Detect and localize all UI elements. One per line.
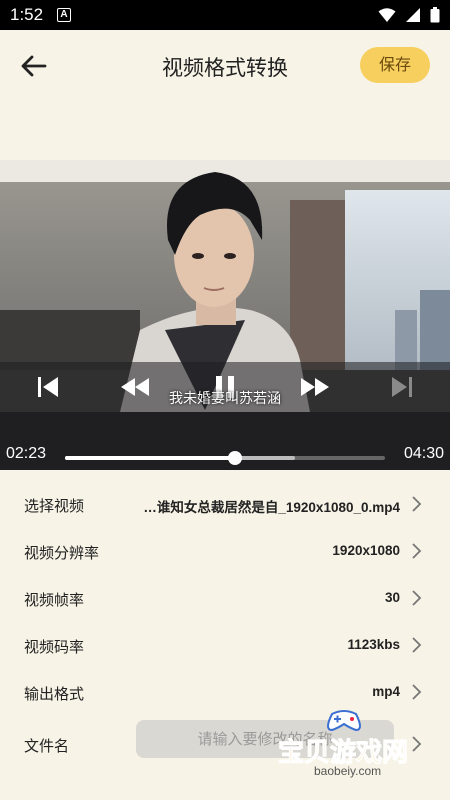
status-icons	[374, 7, 440, 23]
select-video-row[interactable]: 选择视频 …谁知女总裁居然是自_1920x1080_0.mp4	[0, 480, 450, 527]
chevron-right-icon	[412, 543, 422, 559]
resolution-row[interactable]: 视频分辨率 1920x1080	[0, 527, 450, 574]
total-time: 04:30	[403, 445, 444, 462]
progress-area: 02:23 04:30	[0, 412, 450, 470]
progress-fill	[65, 456, 235, 460]
status-bar: 1:52 A	[0, 0, 450, 30]
signal-icon	[405, 8, 420, 22]
chevron-right-icon	[412, 590, 422, 606]
row-label: 视频码率	[24, 638, 85, 656]
status-time: 1:52	[10, 5, 44, 24]
chevron-right-icon	[412, 496, 422, 512]
row-value: 1123kbs	[347, 637, 400, 652]
row-label: 视频分辨率	[24, 544, 100, 562]
current-time: 02:23	[6, 445, 47, 462]
row-label: 文件名	[24, 737, 70, 755]
row-label: 视频帧率	[24, 591, 85, 609]
wifi-icon	[378, 8, 396, 22]
row-label: 输出格式	[24, 685, 85, 703]
row-value: 1920x1080	[332, 543, 400, 558]
watermark-url: baobeiy.com	[314, 764, 382, 778]
gamepad-icon	[327, 710, 361, 732]
video-subtitle: 我未婚妻叫苏若涵	[169, 391, 281, 407]
chevron-right-icon	[412, 637, 422, 653]
app-header: 视频格式转换 保存	[0, 30, 450, 160]
seek-thumb[interactable]	[227, 451, 242, 465]
row-value: 30	[384, 590, 400, 605]
chevron-right-icon	[412, 684, 422, 700]
save-button[interactable]: 保存	[360, 47, 430, 83]
bitrate-row[interactable]: 视频码率 1123kbs	[0, 621, 450, 668]
battery-icon	[430, 7, 440, 23]
video-player[interactable]: 我未婚妻叫苏若涵 02:23 04:30	[0, 160, 450, 470]
watermark-logo: 宝贝游戏网 baobeiy.com	[272, 706, 422, 784]
row-value: mp4	[372, 684, 400, 699]
row-value: …谁知女总裁居然是自_1920x1080_0.mp4	[143, 500, 400, 515]
seek-bar[interactable]	[65, 451, 385, 465]
frame-rate-row[interactable]: 视频帧率 30	[0, 574, 450, 621]
notification-badge-icon: A	[57, 8, 71, 22]
row-label: 选择视频	[24, 497, 85, 515]
